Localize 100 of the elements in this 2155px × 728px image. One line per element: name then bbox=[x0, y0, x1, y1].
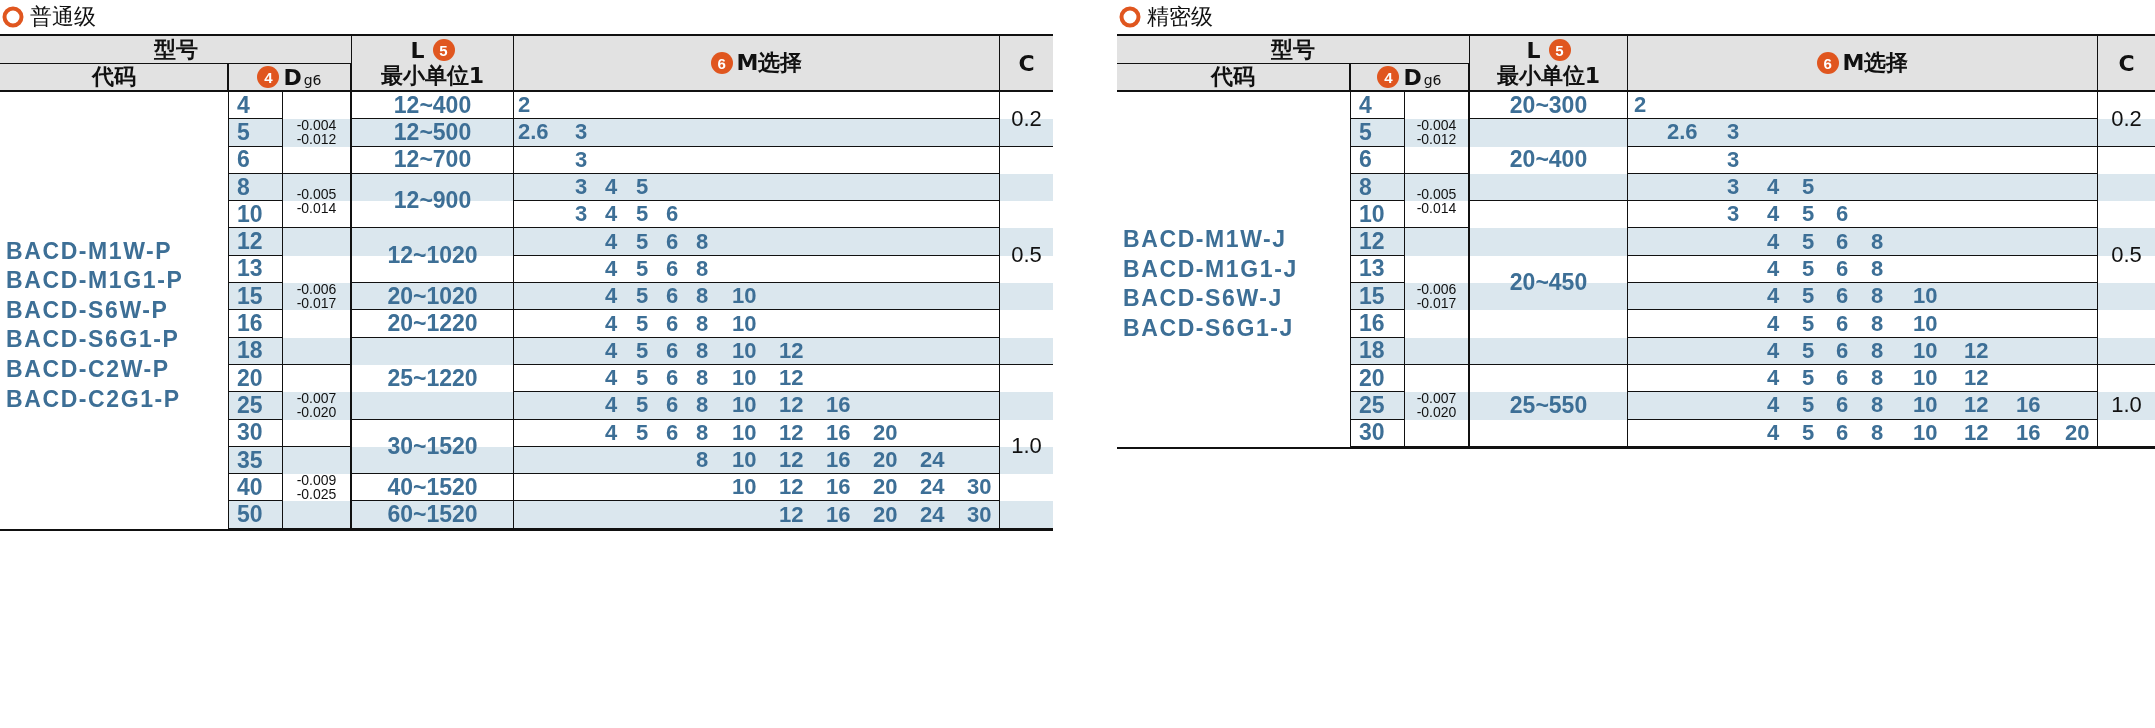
number-badge: 6 bbox=[710, 52, 733, 74]
m-value: 6 bbox=[1836, 365, 1849, 391]
diameter-cell: 18 bbox=[1350, 337, 1405, 365]
m-value: 8 bbox=[1871, 283, 1884, 309]
m-value: 6 bbox=[1836, 392, 1849, 418]
m-value: 10 bbox=[732, 392, 757, 418]
chamfer-value: 0.2 bbox=[2111, 105, 2142, 132]
m-value: 16 bbox=[826, 419, 851, 445]
model-code: BACD-M1W-J bbox=[1123, 226, 1288, 254]
m-value: 4 bbox=[1767, 283, 1780, 309]
m-value: 8 bbox=[1871, 228, 1884, 254]
m-value: 12 bbox=[1964, 419, 1989, 445]
header-label: L bbox=[410, 37, 425, 63]
m-value: 3 bbox=[575, 146, 588, 172]
m-value: 4 bbox=[1767, 255, 1780, 281]
tolerance-value: -0.009 -0.025 bbox=[296, 473, 337, 502]
m-value: 16 bbox=[826, 447, 851, 472]
diameter-cell: 30 bbox=[228, 419, 283, 447]
section-title: 普通级 bbox=[30, 3, 96, 31]
model-code: BACD-M1G1-P bbox=[6, 267, 185, 295]
m-value: 4 bbox=[1767, 337, 1780, 363]
model-code: BACD-S6G1-J bbox=[1123, 315, 1295, 343]
header-cell: C bbox=[2098, 36, 2155, 92]
length-range: 60~1520 bbox=[387, 501, 478, 529]
m-value: 5 bbox=[636, 174, 649, 200]
model-code: BACD-M1W-P bbox=[6, 237, 174, 266]
m-value: 5 bbox=[1802, 365, 1815, 391]
header-cell: 代码 bbox=[1117, 64, 1350, 92]
m-value: 16 bbox=[826, 392, 851, 418]
m-value: 8 bbox=[696, 365, 709, 391]
tolerance-value: -0.007 -0.020 bbox=[296, 391, 337, 420]
m-value: 6 bbox=[666, 283, 679, 309]
diameter-cell: 18 bbox=[228, 337, 283, 365]
m-value: 5 bbox=[1802, 310, 1815, 336]
m-value: 8 bbox=[696, 310, 709, 336]
m-value: 10 bbox=[732, 447, 757, 472]
m-value: 16 bbox=[826, 474, 851, 500]
m-value: 6 bbox=[666, 337, 679, 363]
m-value: 4 bbox=[1767, 174, 1780, 200]
m-value: 16 bbox=[2016, 392, 2041, 418]
m-value: 20 bbox=[873, 419, 898, 445]
length-range: 25~550 bbox=[1509, 391, 1588, 419]
m-value: 6 bbox=[666, 310, 679, 336]
m-value: 5 bbox=[636, 201, 649, 227]
header-label: 最小单位1 bbox=[1496, 63, 1601, 89]
m-value: 4 bbox=[605, 365, 618, 391]
m-value: 12 bbox=[1964, 392, 1989, 418]
m-value: 24 bbox=[920, 501, 945, 527]
diameter-cell: 13 bbox=[1350, 255, 1405, 284]
m-value: 12 bbox=[1964, 365, 1989, 391]
chamfer-value: 0.5 bbox=[2111, 242, 2142, 269]
diameter-cell: 10 bbox=[1350, 201, 1405, 229]
m-value: 5 bbox=[636, 365, 649, 391]
m-value: 3 bbox=[1727, 146, 1740, 172]
m-value: 3 bbox=[1727, 174, 1740, 200]
m-value: 5 bbox=[1802, 419, 1815, 445]
m-value: 16 bbox=[2016, 419, 2041, 445]
m-value: 12 bbox=[779, 501, 804, 527]
length-range: 20~450 bbox=[1509, 269, 1588, 297]
m-value: 5 bbox=[636, 419, 649, 445]
tolerance-value: -0.006 -0.017 bbox=[1416, 282, 1457, 311]
diameter-cell: 4 bbox=[1350, 92, 1405, 120]
m-value: 4 bbox=[605, 283, 618, 309]
number-badge: 5 bbox=[1548, 39, 1571, 62]
m-value: 6 bbox=[1836, 419, 1849, 445]
length-range: 12~500 bbox=[393, 118, 472, 146]
m-value: 8 bbox=[1871, 392, 1884, 418]
m-value: 10 bbox=[1913, 419, 1938, 445]
m-value: 4 bbox=[605, 310, 618, 336]
m-value: 16 bbox=[826, 501, 851, 527]
length-range: 12~1020 bbox=[387, 241, 478, 269]
length-range: 20~400 bbox=[1509, 146, 1588, 174]
diameter-cell: 5 bbox=[1350, 119, 1405, 147]
m-value: 20 bbox=[873, 474, 898, 500]
m-value: 10 bbox=[732, 337, 757, 363]
header-label: L bbox=[1526, 37, 1541, 63]
m-value: 4 bbox=[605, 201, 618, 227]
m-value: 4 bbox=[1767, 201, 1780, 227]
m-value: 8 bbox=[1871, 255, 1884, 281]
length-range: 20~1020 bbox=[387, 282, 478, 310]
model-code: BACD-C2W-P bbox=[6, 355, 171, 384]
m-value: 8 bbox=[696, 255, 709, 281]
m-value: 8 bbox=[696, 419, 709, 445]
m-value: 4 bbox=[605, 174, 618, 200]
diameter-cell: 20 bbox=[1350, 364, 1405, 393]
header-label: 最小单位1 bbox=[380, 63, 485, 89]
diameter-cell: 6 bbox=[228, 146, 283, 174]
m-value: 6 bbox=[1836, 255, 1849, 281]
m-value: 8 bbox=[1871, 365, 1884, 391]
ring-icon bbox=[2, 6, 24, 28]
m-value: 20 bbox=[873, 447, 898, 472]
m-value: 5 bbox=[1802, 337, 1815, 363]
m-value: 12 bbox=[779, 474, 804, 500]
header-cell: 型号 bbox=[1117, 36, 1470, 64]
m-value: 8 bbox=[696, 447, 709, 472]
length-range: 20~1220 bbox=[387, 310, 478, 338]
diameter-cell: 8 bbox=[228, 173, 283, 202]
m-value: 6 bbox=[1836, 228, 1849, 254]
m-value: 6 bbox=[666, 201, 679, 227]
m-value: 5 bbox=[636, 228, 649, 254]
